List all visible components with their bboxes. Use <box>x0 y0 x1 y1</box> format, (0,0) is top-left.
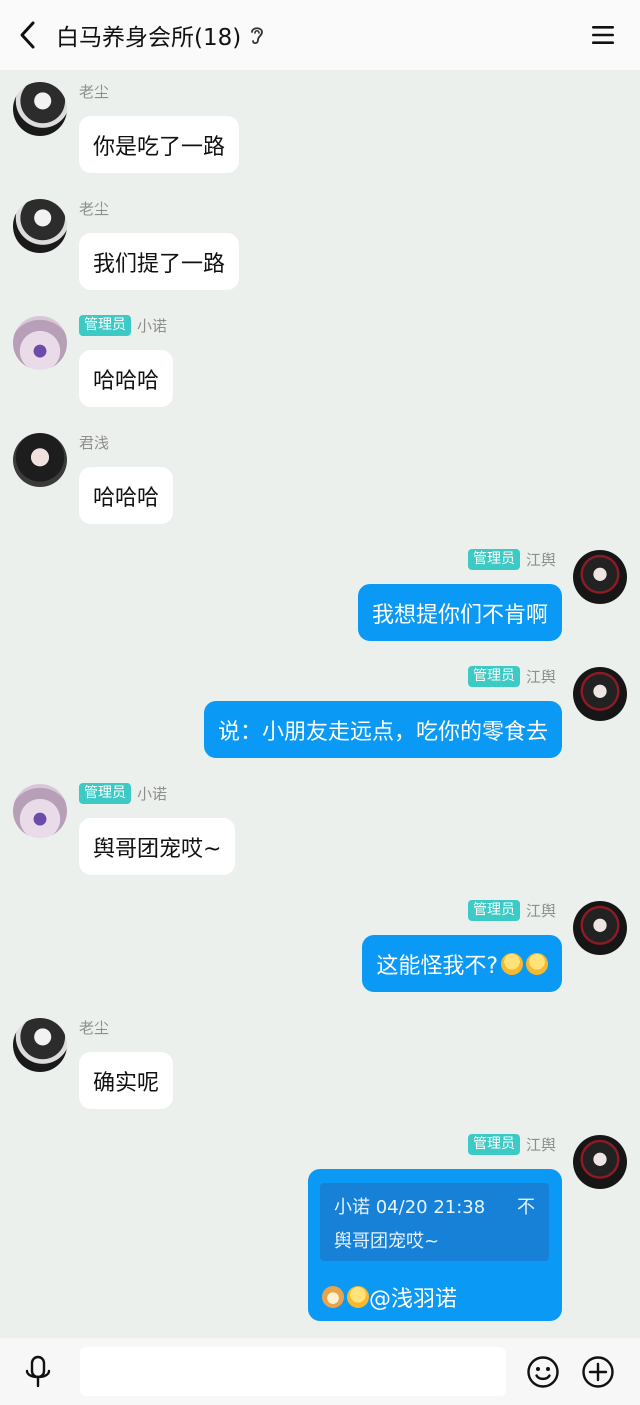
sender-name-row: 老尘 <box>79 1016 109 1038</box>
junqian-avatar[interactable] <box>13 433 67 487</box>
message-bubble[interactable]: 我们提了一路 <box>79 233 240 290</box>
reply-text-row: @浅羽诺 <box>322 1281 457 1313</box>
sender-name: 小诺 <box>137 316 168 335</box>
message-input[interactable] <box>80 1347 506 1396</box>
laochen-avatar[interactable] <box>13 199 67 253</box>
sender-name: 老尘 <box>79 199 110 218</box>
message-row: 管理员 江舆 我想提你们不肯啊 <box>0 538 640 655</box>
emoji-button[interactable] <box>526 1355 560 1389</box>
chat-title[interactable]: 白马养身会所(18) <box>56 18 241 52</box>
message-text: 哈哈哈 <box>93 485 160 511</box>
message-text: 我想提你们不肯啊 <box>371 602 548 628</box>
message-text: 舆哥团宠哎~ <box>93 836 222 862</box>
message-row: 老尘 你是吃了一路 <box>0 70 640 187</box>
message-row: 管理员 江舆 小诺 04/20 21:38 不 舆哥团宠哎~ @浅羽诺 <box>0 1123 640 1321</box>
sender-name-row: 管理员 小诺 <box>79 782 167 804</box>
message-bubble[interactable]: 舆哥团宠哎~ <box>79 818 236 875</box>
sender-name: 老尘 <box>79 82 110 101</box>
quote-close-button[interactable]: 不 <box>517 1193 535 1219</box>
admin-badge: 管理员 <box>467 665 520 687</box>
sender-name: 江舆 <box>525 667 556 686</box>
quoted-message[interactable]: 小诺 04/20 21:38 不 舆哥团宠哎~ <box>320 1183 549 1261</box>
reply-message-bubble[interactable]: 小诺 04/20 21:38 不 舆哥团宠哎~ @浅羽诺 <box>308 1169 562 1321</box>
sender-name-row: 君浅 <box>79 431 109 453</box>
message-list[interactable]: 老尘 你是吃了一路 老尘 我们提了一路 管理员 小诺 哈哈哈 君浅 哈哈哈 管理… <box>0 70 640 1338</box>
message-text: 说：小朋友走远点，吃你的零食去 <box>217 719 548 745</box>
message-bubble[interactable]: 哈哈哈 <box>79 350 174 407</box>
message-text: 确实呢 <box>93 1070 160 1096</box>
plus-icon <box>582 1356 614 1388</box>
message-bubble[interactable]: 说：小朋友走远点，吃你的零食去 <box>203 701 562 758</box>
message-row: 君浅 哈哈哈 <box>0 421 640 538</box>
message-text: 我们提了一路 <box>93 251 226 277</box>
xiaonuo-avatar[interactable] <box>13 784 67 838</box>
menu-button[interactable] <box>588 20 618 50</box>
hugging-emoji-icon <box>347 1286 369 1308</box>
message-row: 老尘 确实呢 <box>0 1006 640 1123</box>
quote-text: 舆哥团宠哎~ <box>334 1231 440 1252</box>
chat-header: 白马养身会所(18) <box>0 0 640 70</box>
sender-name-row: 管理员 江舆 <box>467 665 556 687</box>
sender-name-row: 管理员 小诺 <box>79 314 167 336</box>
sender-name-row: 老尘 <box>79 197 109 219</box>
message-text: 哈哈哈 <box>93 368 160 394</box>
sender-name-row: 老尘 <box>79 80 109 102</box>
input-bar <box>0 1338 640 1405</box>
jiangyu-avatar[interactable] <box>573 901 627 955</box>
sender-name: 江舆 <box>525 1135 556 1154</box>
sender-name: 江舆 <box>525 901 556 920</box>
message-row: 管理员 小诺 舆哥团宠哎~ <box>0 772 640 889</box>
mention-text[interactable]: @浅羽诺 <box>369 1281 457 1313</box>
sender-name: 小诺 <box>137 784 168 803</box>
jiangyu-avatar[interactable] <box>573 1135 627 1189</box>
admin-badge: 管理员 <box>467 1133 520 1155</box>
emoji-icon <box>527 1356 559 1388</box>
message-bubble[interactable]: 哈哈哈 <box>79 467 174 524</box>
sender-name-row: 管理员 江舆 <box>467 548 556 570</box>
more-button[interactable] <box>581 1355 615 1389</box>
sender-name: 君浅 <box>79 433 110 452</box>
xiaonuo-avatar[interactable] <box>13 316 67 370</box>
microphone-icon <box>25 1355 51 1388</box>
back-arrow-icon <box>20 21 35 49</box>
message-row: 管理员 江舆 说：小朋友走远点，吃你的零食去 <box>0 655 640 772</box>
message-bubble[interactable]: 你是吃了一路 <box>79 116 240 173</box>
admin-badge: 管理员 <box>467 899 520 921</box>
sender-name-row: 管理员 江舆 <box>467 1133 556 1155</box>
message-text: 你是吃了一路 <box>93 134 226 160</box>
message-row: 老尘 我们提了一路 <box>0 187 640 304</box>
message-row: 管理员 小诺 哈哈哈 <box>0 304 640 421</box>
sender-name: 江舆 <box>525 550 556 569</box>
message-row: 管理员 江舆 这能怪我不? <box>0 889 640 1006</box>
sender-name: 老尘 <box>79 1018 110 1037</box>
ear-icon[interactable] <box>249 24 265 46</box>
jiangyu-avatar[interactable] <box>573 550 627 604</box>
dog-emoji-icon <box>322 1286 344 1308</box>
laochen-avatar[interactable] <box>13 1018 67 1072</box>
message-text: 这能怪我不? <box>376 953 498 979</box>
laochen-avatar[interactable] <box>13 82 67 136</box>
admin-badge: 管理员 <box>79 314 131 336</box>
hugging-emoji-icon <box>501 952 523 975</box>
voice-button[interactable] <box>22 1355 54 1389</box>
back-button[interactable] <box>0 0 56 70</box>
admin-badge: 管理员 <box>467 548 520 570</box>
message-bubble[interactable]: 确实呢 <box>79 1052 174 1109</box>
hugging-emoji-icon <box>526 952 548 975</box>
message-bubble[interactable]: 我想提你们不肯啊 <box>357 584 562 641</box>
jiangyu-avatar[interactable] <box>573 667 627 721</box>
quote-header: 小诺 04/20 21:38 <box>334 1197 486 1218</box>
message-bubble[interactable]: 这能怪我不? <box>362 935 562 992</box>
menu-icon <box>592 26 614 44</box>
admin-badge: 管理员 <box>79 782 131 804</box>
sender-name-row: 管理员 江舆 <box>467 899 556 921</box>
